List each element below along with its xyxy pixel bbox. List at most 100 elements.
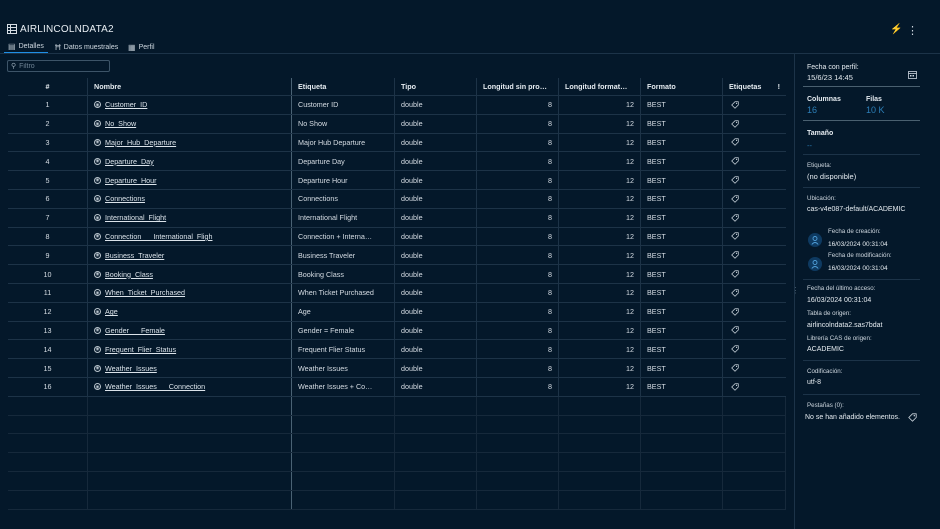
table-row[interactable]: 1 ◉ Customer_ID Customer ID double 8 12 BEST	[8, 96, 786, 115]
table-row[interactable]: 6 ◉ Connections Connections double 8 12 BEST	[8, 189, 786, 209]
column-formatted-length: 12	[559, 377, 641, 396]
filter-box[interactable]: ⚲	[7, 60, 110, 72]
header-num[interactable]: #	[8, 78, 88, 95]
column-name-link[interactable]: Weather_Issues	[105, 364, 157, 373]
table-row[interactable]: 7 ◉ International_Flight International Flig…	[8, 208, 786, 228]
more-options-icon[interactable]: ⋮	[907, 24, 918, 37]
header-raw-length[interactable]: Longitud sin pro…	[477, 78, 559, 95]
row-number: 5	[8, 171, 88, 189]
tag-icon[interactable]	[731, 138, 739, 147]
column-format: BEST	[641, 302, 723, 321]
column-name-link[interactable]: Frequent_Flier_Status	[105, 345, 176, 354]
table-row[interactable]: 16 ◉ Weather_Issues___Connection Weather Is…	[8, 377, 786, 397]
column-tags	[723, 322, 786, 340]
table-row[interactable]: 9 ◉ Business_Traveler Business Traveler doub…	[8, 246, 786, 266]
column-tags	[723, 246, 786, 264]
column-format: BEST	[641, 133, 723, 152]
tag-icon[interactable]	[731, 289, 739, 297]
table-row[interactable]: 3 ◉ Major_Hub_Departure Major Hub Departure…	[8, 133, 786, 153]
column-name-link[interactable]: International_Flight	[105, 213, 166, 222]
location-label: Ubicación:	[807, 195, 836, 202]
tab-profile[interactable]: ▦ Perfil	[124, 40, 159, 54]
panel-divider	[803, 360, 920, 361]
numeric-column-icon: ◉	[94, 289, 101, 297]
tag-icon[interactable]	[731, 157, 739, 166]
header-tags[interactable]: Etiquetas !	[723, 78, 786, 95]
details-icon: ▤	[8, 41, 16, 51]
column-name-link[interactable]: Connection___International_Fligh	[105, 232, 213, 241]
tag-icon[interactable]	[731, 251, 739, 260]
table-row[interactable]: 8 ◉ Connection___International_Fligh Connec…	[8, 227, 786, 247]
header-label[interactable]: Etiqueta	[292, 78, 395, 95]
column-type: double	[395, 133, 477, 152]
column-name-cell: ◉ Gender___Female	[88, 321, 292, 340]
column-format: BEST	[641, 377, 723, 396]
table-row[interactable]: 10 ◉ Booking_Class Booking Class double 8 12 BE…	[8, 265, 786, 284]
row-number: 14	[8, 340, 88, 359]
numeric-column-icon: ◉	[94, 195, 101, 203]
flash-icon[interactable]: ⚡	[890, 24, 902, 35]
tag-icon[interactable]	[731, 326, 739, 335]
tag-icon[interactable]	[731, 345, 739, 354]
column-format: BEST	[641, 152, 723, 171]
column-name-link[interactable]: Booking_Class	[105, 270, 153, 279]
header-type[interactable]: Tipo	[395, 78, 477, 95]
tag-icon[interactable]	[731, 120, 739, 128]
column-format: BEST	[641, 321, 723, 340]
column-name-link[interactable]: No_Show	[105, 119, 136, 128]
column-formatted-length: 12	[559, 189, 641, 208]
table-row[interactable]: 2 ◉ No_Show No Show double 8 12 BEST	[8, 114, 786, 134]
table-row[interactable]: 12 ◉ Age Age double 8 12 BEST	[8, 302, 786, 322]
column-name-link[interactable]: Departure_Hour	[105, 176, 157, 185]
header-format[interactable]: Formato	[641, 78, 723, 95]
tag-icon[interactable]	[731, 101, 739, 109]
header-formatted-length[interactable]: Longitud format…	[559, 78, 641, 95]
panel-divider	[803, 187, 920, 188]
tag-icon[interactable]	[731, 214, 739, 222]
column-label: When Ticket Purchased	[292, 283, 395, 302]
column-formatted-length: 12	[559, 152, 641, 171]
tab-sample-data[interactable]: Ħ Datos muestrales	[51, 40, 122, 54]
header-name[interactable]: Nombre	[88, 78, 292, 95]
column-tags	[723, 152, 786, 170]
table-row[interactable]: 5 ◉ Departure_Hour Departure Hour double 8 12 B…	[8, 171, 786, 190]
tag-icon[interactable]	[731, 176, 739, 184]
column-name-link[interactable]: Business_Traveler	[105, 251, 164, 260]
calendar-icon[interactable]	[908, 70, 917, 79]
column-type: double	[395, 377, 477, 396]
numeric-column-icon: ◉	[94, 345, 101, 353]
tag-icon[interactable]	[731, 270, 739, 278]
column-name-link[interactable]: Gender___Female	[105, 326, 165, 335]
column-name-link[interactable]: Age	[105, 307, 118, 316]
numeric-column-icon: ◉	[94, 157, 101, 165]
column-label: Frequent Flier Status	[292, 340, 395, 359]
column-raw-length: 8	[477, 189, 559, 208]
properties-panel: Fecha con perfil: 15/6/23 14:45 Columnas…	[794, 54, 940, 529]
add-tag-icon[interactable]	[908, 413, 917, 422]
column-name-link[interactable]: Departure_Day	[105, 157, 154, 166]
tag-icon[interactable]	[731, 364, 739, 372]
rows-label: Filas	[866, 96, 882, 103]
table-row[interactable]: 14 ◉ Frequent_Flier_Status Frequent Flier S…	[8, 340, 786, 360]
column-name-link[interactable]: Customer_ID	[105, 100, 147, 109]
row-number: 1	[8, 96, 88, 114]
numeric-column-icon: ◉	[94, 326, 101, 334]
tag-icon[interactable]	[731, 195, 739, 203]
tag-icon[interactable]	[731, 383, 739, 391]
table-row[interactable]: 4 ◉ Departure_Day Departure Day double 8 12 BES…	[8, 152, 786, 172]
columns-label: Columnas	[807, 96, 841, 103]
table-row[interactable]: 13 ◉ Gender___Female Gender = Female double 8…	[8, 321, 786, 341]
filter-input[interactable]	[19, 62, 105, 70]
column-formatted-length: 12	[559, 208, 641, 227]
column-name-link[interactable]: Connections	[105, 194, 145, 203]
table-row[interactable]: 11 ◉ When_Ticket_Purchased When Ticket Purc…	[8, 283, 786, 303]
tag-icon[interactable]	[731, 308, 739, 316]
column-raw-length: 8	[477, 96, 559, 114]
tag-icon[interactable]	[731, 232, 739, 241]
empty-row	[8, 396, 786, 416]
column-name-link[interactable]: Weather_Issues___Connection	[105, 382, 205, 391]
table-row[interactable]: 15 ◉ Weather_Issues Weather Issues double 8 12…	[8, 359, 786, 378]
column-name-link[interactable]: When_Ticket_Purchased	[105, 288, 185, 297]
tab-details[interactable]: ▤ Detalles	[4, 40, 48, 54]
column-name-link[interactable]: Major_Hub_Departure	[105, 138, 176, 147]
